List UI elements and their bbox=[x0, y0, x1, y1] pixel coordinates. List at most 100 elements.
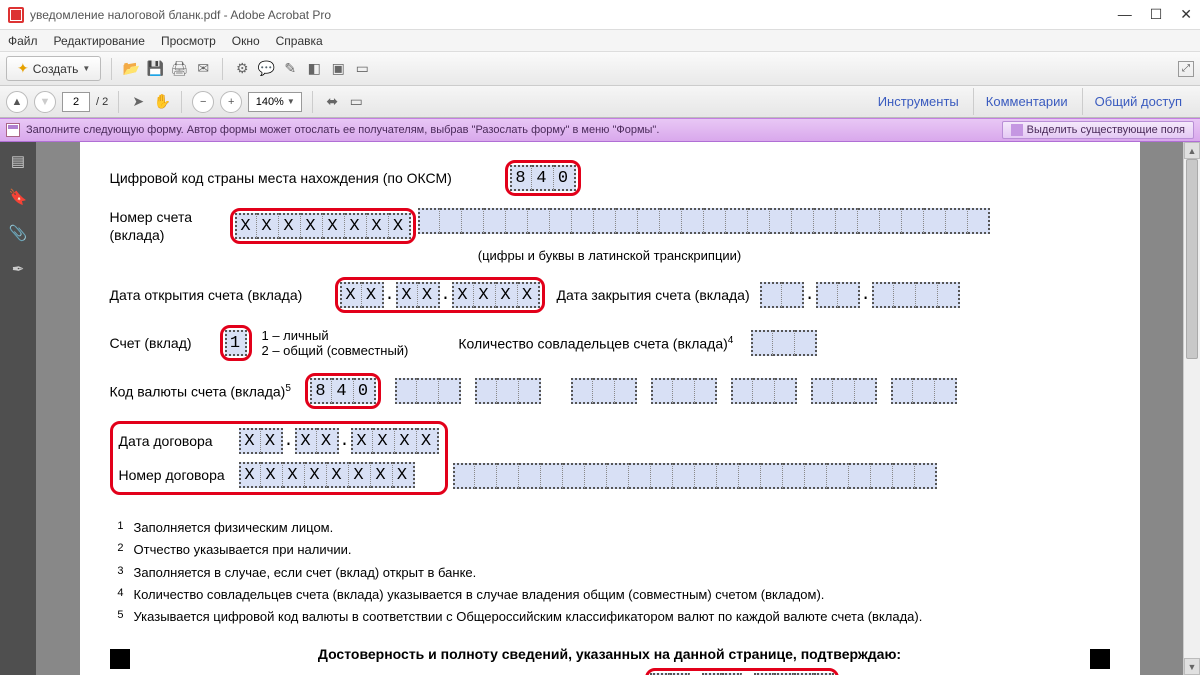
contract-date-label: Дата договора bbox=[119, 433, 239, 449]
account-num-label-2: (вклада) bbox=[110, 227, 165, 243]
signature-date-highlight: 27.02.2021 bbox=[645, 668, 839, 675]
account-num-note: (цифры и буквы в латинской транскрипции) bbox=[110, 248, 1110, 263]
thumbnails-icon[interactable]: ▤ bbox=[9, 152, 27, 170]
edit-icon[interactable]: ✎ bbox=[281, 60, 299, 78]
close-date-day[interactable] bbox=[760, 282, 804, 308]
footnotes: 1Заполняется физическим лицом. 2Отчество… bbox=[110, 517, 1110, 627]
gear-icon[interactable]: ⚙ bbox=[233, 60, 251, 78]
open-date-month[interactable]: XX bbox=[396, 282, 440, 308]
page-number-input[interactable]: 2 bbox=[62, 92, 90, 112]
page-up-button[interactable]: ▲ bbox=[6, 91, 28, 113]
confirm-text: Достоверность и полноту сведений, указан… bbox=[110, 646, 1110, 662]
form-info-bar: Заполните следующую форму. Автор формы м… bbox=[0, 118, 1200, 142]
close-date-year[interactable] bbox=[872, 282, 960, 308]
currency-field[interactable]: 840 bbox=[310, 378, 376, 404]
maximize-button[interactable]: ☐ bbox=[1150, 6, 1163, 23]
pdf-page: Цифровой код страны места нахождения (по… bbox=[80, 142, 1140, 675]
fit-page-icon[interactable]: ▭ bbox=[347, 93, 365, 111]
hand-icon[interactable]: ✋ bbox=[153, 93, 171, 111]
account-type-highlight: 1 bbox=[220, 325, 252, 361]
coowners-field[interactable] bbox=[751, 330, 817, 356]
menu-edit[interactable]: Редактирование bbox=[54, 34, 145, 48]
account-num-highlight: XXXXXXXX bbox=[230, 208, 416, 244]
open-icon[interactable]: 📂 bbox=[122, 60, 140, 78]
currency-field-5[interactable] bbox=[651, 378, 717, 404]
open-date-day[interactable]: XX bbox=[340, 282, 384, 308]
account-type-legend-2: 2 – общий (совместный) bbox=[262, 343, 409, 358]
marker-left bbox=[110, 649, 130, 669]
account-type-field[interactable]: 1 bbox=[225, 330, 247, 356]
nav-toolbar: ▲ ▼ 2 / 2 ➤ ✋ − + 140%▼ ⬌ ▭ Инструменты … bbox=[0, 86, 1200, 118]
menu-window[interactable]: Окно bbox=[232, 34, 260, 48]
open-date-year[interactable]: XXXX bbox=[452, 282, 540, 308]
contract-date-year[interactable]: XXXX bbox=[351, 428, 439, 454]
coowners-label: Количество совладельцев счета (вклада) bbox=[458, 336, 727, 352]
currency-field-4[interactable] bbox=[571, 378, 637, 404]
highlight-fields-button[interactable]: Выделить существующие поля bbox=[1002, 121, 1194, 139]
currency-field-3[interactable] bbox=[475, 378, 541, 404]
contract-num-rest[interactable] bbox=[453, 463, 937, 489]
form-info-text: Заполните следующую форму. Автор формы м… bbox=[26, 124, 659, 136]
scroll-down-button[interactable]: ▼ bbox=[1184, 658, 1200, 675]
currency-field-6[interactable] bbox=[731, 378, 797, 404]
currency-label: Код валюты счета (вклада) bbox=[110, 384, 286, 400]
form-icon bbox=[6, 123, 20, 137]
pointer-icon[interactable]: ➤ bbox=[129, 93, 147, 111]
open-date-label: Дата открытия счета (вклада) bbox=[110, 287, 335, 303]
sign-icon[interactable]: ▭ bbox=[353, 60, 371, 78]
menu-help[interactable]: Справка bbox=[276, 34, 323, 48]
chevron-down-icon: ▼ bbox=[82, 64, 90, 73]
zoom-in-button[interactable]: + bbox=[220, 91, 242, 113]
contract-num-field[interactable]: XXXXXXXX bbox=[239, 462, 415, 488]
contract-date-month[interactable]: XX bbox=[295, 428, 339, 454]
menu-file[interactable]: Файл bbox=[8, 34, 38, 48]
currency-field-2[interactable] bbox=[395, 378, 461, 404]
currency-field-7[interactable] bbox=[811, 378, 877, 404]
stamp-icon[interactable]: ◧ bbox=[305, 60, 323, 78]
comment-icon[interactable]: 💬 bbox=[257, 60, 275, 78]
menu-view[interactable]: Просмотр bbox=[161, 34, 216, 48]
menu-bar: Файл Редактирование Просмотр Окно Справк… bbox=[0, 30, 1200, 52]
window-titlebar: уведомление налоговой бланк.pdf - Adobe … bbox=[0, 0, 1200, 30]
save-icon[interactable]: 💾 bbox=[146, 60, 164, 78]
bookmark-icon[interactable]: 🔖 bbox=[9, 188, 27, 206]
expand-toolbar-icon[interactable]: ⤢ bbox=[1178, 61, 1194, 77]
pdf-icon bbox=[8, 7, 24, 23]
fit-width-icon[interactable]: ⬌ bbox=[323, 93, 341, 111]
document-area: Цифровой код страны места нахождения (по… bbox=[36, 142, 1183, 675]
zoom-input[interactable]: 140%▼ bbox=[248, 92, 302, 112]
contract-date-day[interactable]: XX bbox=[239, 428, 283, 454]
zoom-out-button[interactable]: − bbox=[192, 91, 214, 113]
left-nav-sidebar: ▤ 🔖 📎 ✒ bbox=[0, 142, 36, 675]
create-button[interactable]: ✦ Создать ▼ bbox=[6, 56, 101, 81]
main-toolbar: ✦ Создать ▼ 📂 💾 🖨 ✉ ⚙ 💬 ✎ ◧ ▣ ▭ ⤢ bbox=[0, 52, 1200, 86]
currency-field-8[interactable] bbox=[891, 378, 957, 404]
comments-panel-link[interactable]: Комментарии bbox=[973, 88, 1080, 115]
open-date-highlight: XX . XX . XXXX bbox=[335, 277, 545, 313]
page-count: / 2 bbox=[96, 96, 108, 108]
window-title: уведомление налоговой бланк.pdf - Adobe … bbox=[30, 8, 331, 22]
account-number-field[interactable]: XXXXXXXX bbox=[235, 213, 411, 239]
scroll-thumb[interactable] bbox=[1186, 159, 1198, 359]
tools-panel-link[interactable]: Инструменты bbox=[866, 88, 971, 115]
share-panel-link[interactable]: Общий доступ bbox=[1082, 88, 1194, 115]
country-code-field[interactable]: 840 bbox=[510, 165, 576, 191]
account-number-rest[interactable] bbox=[418, 208, 990, 234]
close-date-month[interactable] bbox=[816, 282, 860, 308]
print-icon[interactable]: 🖨 bbox=[170, 60, 188, 78]
page-down-button[interactable]: ▼ bbox=[34, 91, 56, 113]
minimize-button[interactable]: — bbox=[1118, 6, 1132, 23]
account-type-label: Счет (вклад) bbox=[110, 335, 220, 351]
scroll-up-button[interactable]: ▲ bbox=[1184, 142, 1200, 159]
mail-icon[interactable]: ✉ bbox=[194, 60, 212, 78]
contract-num-label: Номер договора bbox=[119, 467, 239, 483]
signatures-icon[interactable]: ✒ bbox=[9, 260, 27, 278]
contract-highlight: Дата договора XX . XX . XXXX Номер догов… bbox=[110, 421, 448, 495]
highlight-icon bbox=[1011, 124, 1023, 136]
close-button[interactable]: ✕ bbox=[1180, 6, 1192, 23]
attach-icon[interactable]: ▣ bbox=[329, 60, 347, 78]
attachment-icon[interactable]: 📎 bbox=[9, 224, 27, 242]
star-icon: ✦ bbox=[17, 60, 29, 77]
marker-right bbox=[1090, 649, 1110, 669]
vertical-scrollbar[interactable]: ▲ ▼ bbox=[1183, 142, 1200, 675]
